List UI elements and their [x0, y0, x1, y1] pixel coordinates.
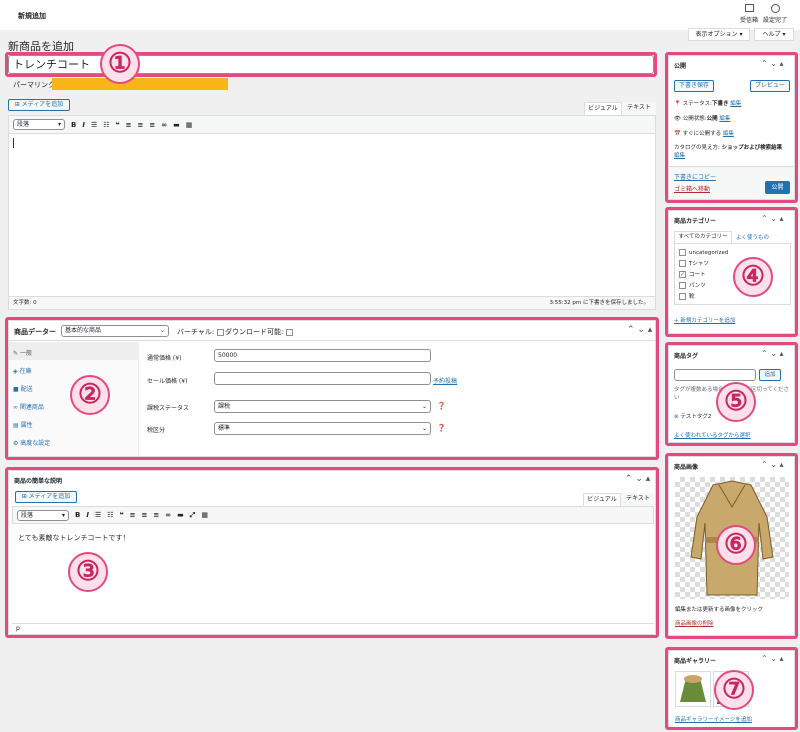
screen-options-button[interactable]: 表示オプション ▾	[688, 28, 750, 41]
add-media-label: メディアを追加	[21, 101, 64, 108]
tab-visual[interactable]: ビジュアル	[584, 102, 622, 115]
add-media-button[interactable]: ⊞ メディアを追加	[8, 99, 70, 111]
content-editor: 段落 ▾ B I ☰ ☷ ❝ ≡ ≡ ≡ ∞ ▬ ▦ 文字数: 0 3:55:32 pm に下書きを保…	[8, 115, 656, 310]
setup-label: 設定完了	[762, 17, 787, 24]
help-button[interactable]: ヘルプ ▾	[754, 28, 794, 41]
media-icon: ⊞	[14, 101, 22, 108]
inbox-button[interactable]: 受信箱	[738, 4, 760, 24]
format-select[interactable]: 段落 ▾	[13, 119, 65, 130]
format-select-value: 段落	[17, 121, 30, 128]
editor-status-bar: 文字数: 0 3:55:32 pm に下書きを保存しました。	[9, 296, 655, 309]
chevron-down-icon: ▾	[57, 121, 61, 128]
bullet-list-icon[interactable]: ☰	[91, 121, 97, 129]
link-icon[interactable]: ∞	[161, 121, 167, 129]
badge-5: ⑤	[716, 382, 756, 422]
setup-button[interactable]: 設定完了	[760, 4, 790, 24]
editor-toolbar: 段落 ▾ B I ☰ ☷ ❝ ≡ ≡ ≡ ∞ ▬ ▦	[9, 116, 655, 134]
align-right-icon[interactable]: ≡	[149, 121, 155, 129]
permalink-bar[interactable]	[52, 78, 228, 90]
align-left-icon[interactable]: ≡	[126, 121, 132, 129]
badge-1: ①	[100, 44, 140, 84]
bold-icon[interactable]: B	[71, 121, 76, 129]
circle-icon	[770, 4, 780, 13]
word-count: 文字数: 0	[13, 300, 37, 306]
toolbar-toggle-icon[interactable]: ▦	[186, 121, 193, 129]
inbox-label: 受信箱	[739, 17, 758, 24]
inbox-icon	[744, 4, 754, 12]
tab-text[interactable]: テキスト	[622, 102, 656, 115]
badge-4: ④	[733, 257, 773, 297]
saved-status: 3:55:32 pm に下書きを保存しました。	[549, 300, 649, 306]
permalink-label: パーマリンク:	[13, 81, 58, 89]
highlight-frame-publish	[665, 52, 798, 203]
badge-6: ⑥	[716, 525, 756, 565]
text-cursor	[13, 138, 14, 148]
highlight-frame-4	[665, 207, 798, 337]
format-buttons[interactable]: B I ☰ ☷ ❝ ≡ ≡ ≡ ∞ ▬ ▦	[71, 121, 198, 129]
top-title: 新規追加	[18, 12, 46, 20]
badge-2: ②	[70, 375, 110, 415]
align-center-icon[interactable]: ≡	[138, 121, 144, 129]
number-list-icon[interactable]: ☷	[103, 121, 109, 129]
quote-icon[interactable]: ❝	[116, 121, 120, 129]
more-icon[interactable]: ▬	[173, 121, 180, 129]
highlight-frame-3	[5, 467, 659, 638]
badge-7: ⑦	[714, 670, 754, 710]
badge-3: ③	[68, 552, 108, 592]
italic-icon[interactable]: I	[82, 121, 85, 129]
top-bar: 新規追加 受信箱 設定完了	[0, 0, 800, 30]
